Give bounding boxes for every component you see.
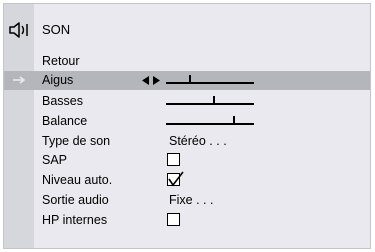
treble-slider[interactable]	[166, 75, 254, 87]
slider-knob[interactable]	[188, 75, 191, 82]
menu-title: SON	[42, 22, 71, 37]
slider-track	[166, 82, 254, 84]
left-right-arrows-icon	[142, 76, 160, 85]
balance-slider[interactable]	[166, 116, 254, 128]
menu-item-retour[interactable]: Retour	[4, 52, 370, 71]
menu-item-type-de-son[interactable]: Type de son Stéréo . . .	[4, 132, 370, 151]
menu-item-label: Niveau auto.	[42, 173, 113, 187]
menu-item-label: Aigus	[42, 73, 74, 87]
menu-item-label: Balance	[42, 114, 88, 128]
menu-item-aigus[interactable]: Aigus	[4, 71, 370, 90]
menu-item-sortie-audio[interactable]: Sortie audio Fixe . . .	[4, 191, 370, 210]
audio-output-value: Fixe . . .	[169, 193, 214, 207]
internal-speakers-checkbox[interactable]	[167, 213, 180, 226]
slider-track	[166, 123, 254, 125]
menu-item-balance[interactable]: Balance	[4, 112, 370, 131]
arrow-right-icon	[13, 76, 26, 84]
sound-type-value: Stéréo . . .	[169, 134, 227, 148]
speaker-icon	[9, 22, 28, 38]
menu-item-label: HP internes	[42, 213, 108, 227]
menu-item-label: Type de son	[42, 134, 111, 148]
slider-knob[interactable]	[213, 96, 216, 103]
slider-knob[interactable]	[232, 116, 235, 123]
menu-item-sap[interactable]: SAP	[4, 151, 370, 170]
menu-item-niveau-auto[interactable]: Niveau auto.	[4, 171, 370, 190]
menu-item-basses[interactable]: Basses	[4, 92, 370, 111]
menu-item-label: Retour	[42, 54, 80, 68]
bass-slider[interactable]	[166, 96, 254, 108]
sap-checkbox[interactable]	[167, 153, 180, 166]
menu-item-hp-internes[interactable]: HP internes	[4, 211, 370, 230]
sound-menu-panel: SON Retour Aigus Basses Balance Type de …	[3, 3, 371, 249]
menu-item-label: SAP	[42, 153, 68, 167]
slider-track	[166, 103, 254, 105]
menu-item-label: Basses	[42, 94, 83, 108]
checkmark-icon	[168, 171, 184, 187]
menu-item-label: Sortie audio	[42, 193, 109, 207]
